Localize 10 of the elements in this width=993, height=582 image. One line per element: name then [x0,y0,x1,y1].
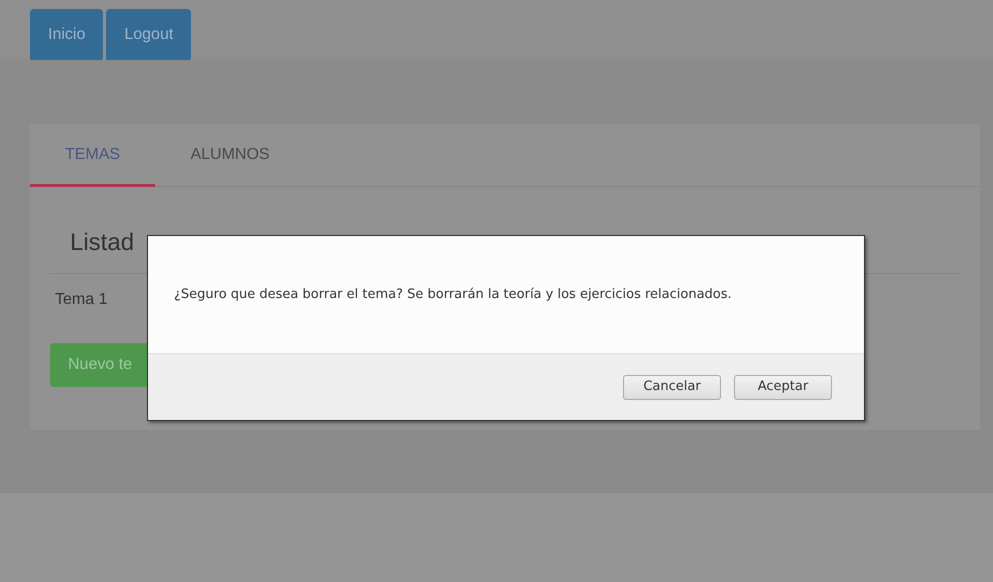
nav-button[interactable]: Inicio [30,9,104,60]
tab[interactable]: ALUMNOS [155,124,305,187]
list-item: Tema 1 [55,290,108,310]
new-topic-button[interactable]: Nuevo te [50,343,147,387]
nav-button[interactable]: Logout [106,9,192,60]
tab[interactable]: TEMAS [30,124,155,187]
dialog-button[interactable]: Cancelar [623,374,721,400]
dialog-message: ¿Seguro que desea borrar el tema? Se borrarán la teoría y los ejercicios relacionados. [174,286,732,304]
list-title: Listad [70,228,134,258]
dialog-button[interactable]: Aceptar [734,374,832,400]
